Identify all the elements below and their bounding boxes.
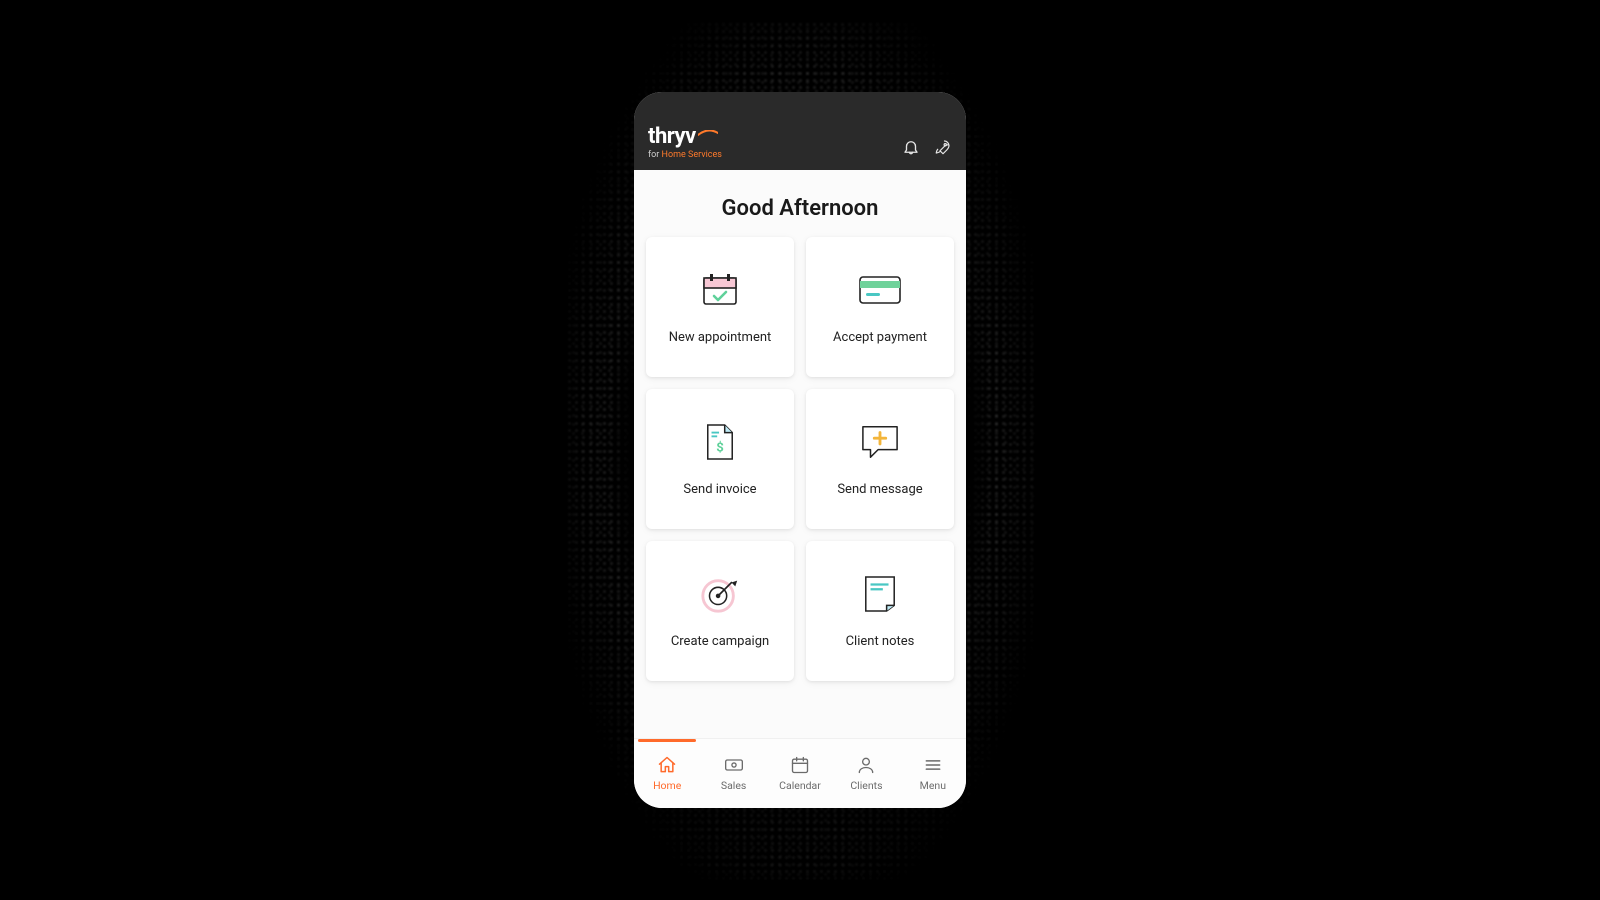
action-grid: New appointment Accept payment	[644, 237, 956, 681]
card-send-invoice[interactable]: $ Send invoice	[646, 389, 794, 529]
menu-icon	[923, 755, 943, 775]
notes-page-icon	[858, 574, 902, 614]
card-send-message[interactable]: Send message	[806, 389, 954, 529]
calendar-check-icon	[698, 270, 742, 310]
target-arrow-icon	[698, 574, 742, 614]
card-label: Send invoice	[683, 482, 756, 497]
greeting-heading: Good Afternoon	[644, 196, 956, 221]
card-label: Send message	[837, 482, 922, 497]
tab-label: Sales	[721, 779, 747, 792]
person-icon	[856, 755, 876, 775]
card-accept-payment[interactable]: Accept payment	[806, 237, 954, 377]
brand-text: thryv	[648, 126, 696, 148]
tab-home[interactable]: Home	[634, 739, 700, 808]
brand-subline-suffix: Home Services	[662, 150, 722, 160]
tab-calendar[interactable]: Calendar	[767, 739, 833, 808]
card-label: New appointment	[669, 330, 772, 345]
card-client-notes[interactable]: Client notes	[806, 541, 954, 681]
rocket-icon[interactable]	[934, 138, 952, 156]
phone-frame: thryv for Home Services Good Aft	[634, 92, 966, 808]
tab-label: Menu	[920, 779, 946, 792]
tab-label: Clients	[850, 779, 882, 792]
tab-menu[interactable]: Menu	[900, 739, 966, 808]
card-label: Create campaign	[671, 634, 769, 649]
tab-sales[interactable]: Sales	[700, 739, 766, 808]
header-icon-group	[902, 138, 952, 160]
calendar-icon	[790, 755, 810, 775]
bottom-tab-bar: Home Sales Calendar Clients	[634, 738, 966, 808]
brand-subline-prefix: for	[648, 150, 662, 160]
brand-name: thryv	[648, 126, 722, 148]
brand-block: thryv for Home Services	[648, 126, 722, 160]
credit-card-icon	[858, 270, 902, 310]
svg-text:$: $	[716, 440, 724, 455]
brand-swoosh-icon	[698, 130, 718, 136]
app-header: thryv for Home Services	[634, 92, 966, 170]
bell-icon[interactable]	[902, 138, 920, 156]
tab-label: Calendar	[779, 779, 821, 792]
message-plus-icon	[858, 422, 902, 462]
tab-label: Home	[653, 779, 681, 792]
tab-clients[interactable]: Clients	[833, 739, 899, 808]
home-icon	[657, 755, 677, 775]
money-icon	[724, 755, 744, 775]
main-content: Good Afternoon New appointment	[634, 170, 966, 738]
brand-subline: for Home Services	[648, 150, 722, 160]
card-label: Client notes	[846, 634, 915, 649]
card-create-campaign[interactable]: Create campaign	[646, 541, 794, 681]
invoice-icon: $	[698, 422, 742, 462]
card-new-appointment[interactable]: New appointment	[646, 237, 794, 377]
card-label: Accept payment	[833, 330, 927, 345]
